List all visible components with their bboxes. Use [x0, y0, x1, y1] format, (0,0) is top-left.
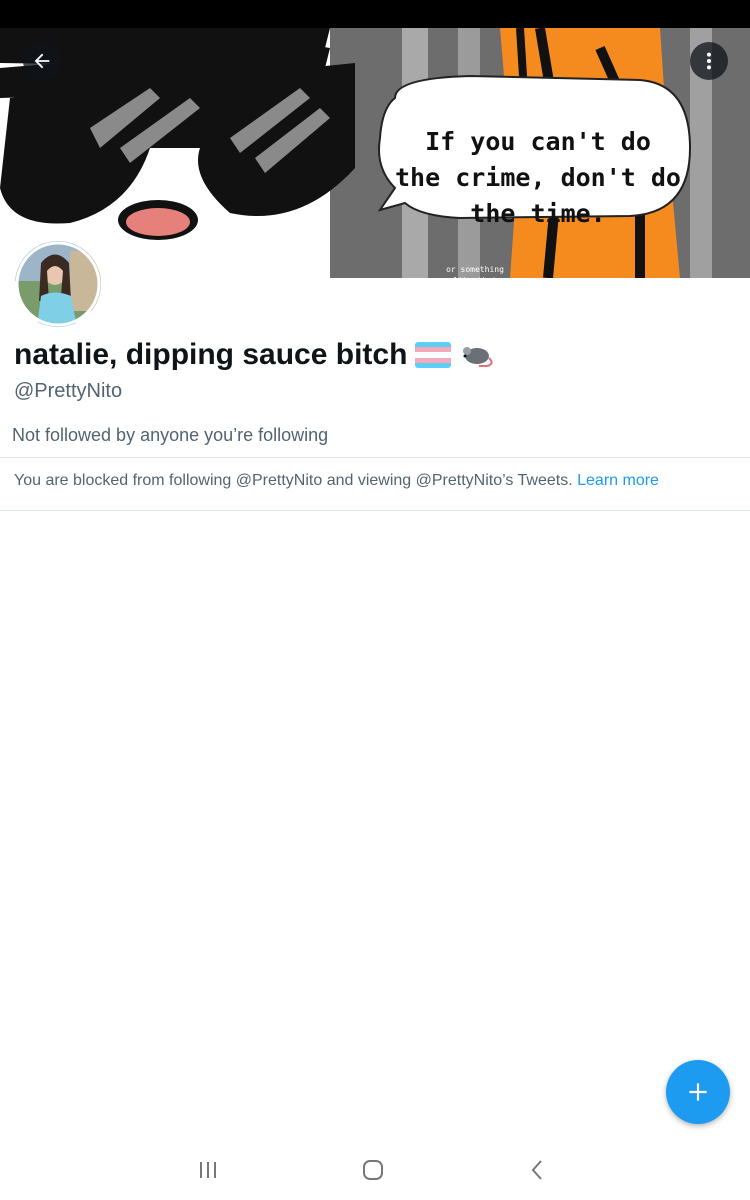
avatar[interactable] [15, 241, 101, 327]
display-name: natalie, dipping sauce bitch [14, 338, 495, 372]
nav-back-icon [531, 1160, 542, 1180]
followed-by-text: Not followed by anyone you’re following [12, 425, 329, 445]
rat-icon [463, 347, 493, 367]
back-arrow-icon [34, 53, 50, 69]
home-button[interactable] [353, 1154, 393, 1186]
divider [0, 510, 750, 511]
blocked-notice: You are blocked from following @PrettyNi… [14, 472, 659, 490]
avatar-photo [15, 241, 101, 327]
profile-handle: @PrettyNito [14, 380, 123, 402]
recents-icon [200, 1162, 216, 1178]
divider [0, 457, 750, 458]
home-icon [363, 1160, 383, 1180]
system-navigation-bar [0, 1140, 750, 1200]
back-button[interactable] [23, 42, 61, 80]
display-name-text: natalie, dipping sauce bitch [14, 338, 408, 371]
learn-more-link[interactable]: Learn more [577, 472, 659, 489]
recents-button[interactable] [188, 1154, 228, 1186]
plus-icon [689, 1083, 707, 1101]
transgender-flag-icon [415, 342, 452, 368]
status-bar [0, 0, 750, 28]
compose-tweet-button[interactable] [666, 1060, 730, 1124]
blocked-notice-text: You are blocked from following @PrettyNi… [14, 472, 573, 489]
profile-banner[interactable]: If you can't do the crime, don't do the … [0, 28, 750, 278]
banner-caption: or something like that [446, 265, 504, 278]
more-vertical-icon [706, 52, 712, 70]
more-options-button[interactable] [690, 42, 728, 80]
nav-back-button[interactable] [517, 1154, 557, 1186]
speech-bubble-text: If you can't do the crime, don't do the … [395, 127, 681, 228]
